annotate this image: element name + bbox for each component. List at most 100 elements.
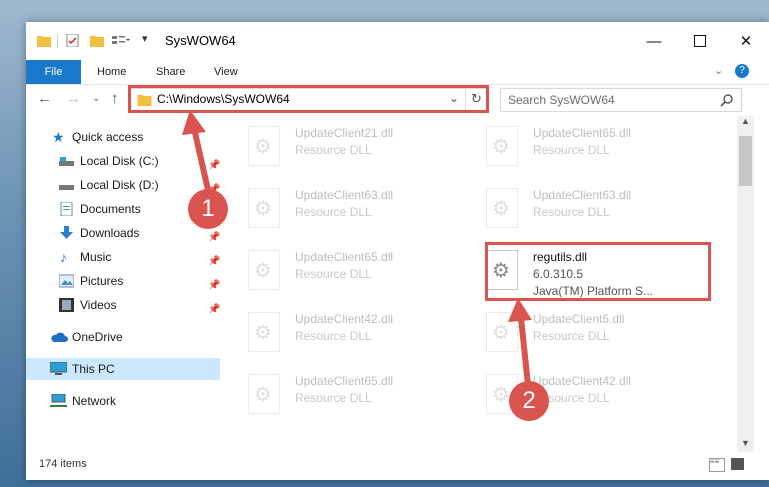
file-name: UpdateClient42.dll xyxy=(295,312,394,326)
file-name: UpdateClient42.dll xyxy=(533,374,632,388)
videos-icon xyxy=(59,298,74,312)
file-tile[interactable]: ⚙ UpdateClient63.dll Resource DLL xyxy=(476,184,706,234)
step-1-badge: 1 xyxy=(188,189,228,229)
file-tile[interactable]: ⚙ UpdateClient65.dll Resource DLL xyxy=(476,122,706,172)
sidebar-item-label: Videos xyxy=(80,298,117,312)
file-description: Resource DLL xyxy=(295,143,372,157)
navigation-pane: ★ Quick access Local Disk (C:) 📌 Local D… xyxy=(26,122,222,452)
sidebar-item-label: Pictures xyxy=(80,274,124,288)
file-highlight-box xyxy=(485,242,711,301)
sidebar-item-label: Local Disk (C:) xyxy=(80,154,159,168)
file-name: UpdateClient63.dll xyxy=(533,188,632,202)
file-description: Resource DLL xyxy=(533,143,610,157)
cloud-icon xyxy=(51,332,68,342)
file-description: Resource DLL xyxy=(295,329,372,343)
file-name: UpdateClient65.dll xyxy=(295,250,394,264)
sidebar-item-local-disk-c[interactable]: Local Disk (C:) 📌 xyxy=(26,150,220,172)
divider xyxy=(57,34,58,48)
file-description: Resource DLL xyxy=(295,267,372,281)
dll-file-icon: ⚙ xyxy=(486,188,518,228)
close-button[interactable]: ✕ xyxy=(723,22,769,60)
search-icon[interactable] xyxy=(720,93,734,107)
sidebar-item-music[interactable]: ♪ Music 📌 xyxy=(26,246,220,268)
tab-share[interactable]: Share xyxy=(156,60,185,84)
status-bar: 174 items ≡≡ xyxy=(26,452,769,480)
drive-icon xyxy=(59,157,74,166)
properties-icon[interactable] xyxy=(66,34,80,47)
chevron-down-icon: ⌄ xyxy=(92,93,101,104)
sidebar-item-onedrive[interactable]: OneDrive xyxy=(26,326,220,348)
search-input[interactable]: Search SysWOW64 xyxy=(508,93,615,107)
new-folder-icon[interactable] xyxy=(90,34,104,47)
star-icon: ★ xyxy=(52,129,65,145)
music-icon: ♪ xyxy=(60,249,67,265)
forward-arrow-icon: → xyxy=(66,90,81,107)
sidebar-item-network[interactable]: Network xyxy=(26,390,220,412)
dll-file-icon: ⚙ xyxy=(486,312,518,352)
vertical-scrollbar[interactable]: ▲ ▼ xyxy=(737,116,754,452)
file-description: Resource DLL xyxy=(295,391,372,405)
file-name: UpdateClient65.dll xyxy=(295,374,394,388)
dll-file-icon: ⚙ xyxy=(248,312,280,352)
sidebar-item-label: Documents xyxy=(80,202,141,216)
explorer-window: ▾ SysWOW64 — ✕ File Home Share View ⌄ ? … xyxy=(26,22,769,480)
file-tile[interactable]: ⚙ UpdateClient21.dll Resource DLL xyxy=(238,122,468,172)
file-tile[interactable]: ⚙ UpdateClient65.dll Resource DLL xyxy=(238,370,468,420)
file-name: UpdateClient65.dll xyxy=(533,126,632,140)
sidebar-item-label: Local Disk (D:) xyxy=(80,178,159,192)
back-arrow-icon: ← xyxy=(37,90,52,107)
back-button[interactable]: ← xyxy=(37,90,52,107)
sidebar-item-label: Music xyxy=(80,250,112,264)
scroll-up-icon[interactable]: ▲ xyxy=(741,116,750,126)
file-description: Resource DLL xyxy=(295,205,372,219)
sidebar-item-label: This PC xyxy=(72,362,115,376)
scrollbar-thumb[interactable] xyxy=(739,136,752,186)
network-icon xyxy=(50,394,67,407)
help-icon[interactable]: ? xyxy=(735,64,749,78)
tab-home[interactable]: Home xyxy=(97,60,126,84)
window-title: SysWOW64 xyxy=(165,33,236,48)
tiles-view-icon[interactable] xyxy=(731,458,744,470)
documents-icon xyxy=(60,202,73,216)
drive-icon xyxy=(59,185,74,190)
item-count: 174 items xyxy=(39,458,87,470)
file-tile[interactable]: ⚙ UpdateClient42.dll Resource DLL xyxy=(238,308,468,358)
forward-button[interactable]: → xyxy=(66,90,81,107)
pin-icon[interactable]: 📌 xyxy=(208,299,220,321)
search-box[interactable]: Search SysWOW64 xyxy=(500,88,742,112)
tab-file[interactable]: File xyxy=(26,60,81,84)
sidebar-item-label: OneDrive xyxy=(72,330,123,344)
up-arrow-icon: ↑ xyxy=(111,90,119,107)
computer-icon xyxy=(50,362,67,375)
file-name: UpdateClient63.dll xyxy=(295,188,394,202)
dll-file-icon: ⚙ xyxy=(486,126,518,166)
sidebar-item-downloads[interactable]: Downloads 📌 xyxy=(26,222,220,244)
file-name: UpdateClient21.dll xyxy=(295,126,394,140)
tab-view[interactable]: View xyxy=(214,60,238,84)
sidebar-item-quick-access[interactable]: ★ Quick access xyxy=(26,126,220,148)
expand-ribbon-icon[interactable]: ⌄ xyxy=(714,64,723,77)
file-tile[interactable]: ⚙ UpdateClient65.dll Resource DLL xyxy=(238,246,468,296)
ribbon: File Home Share View ⌄ ? xyxy=(26,60,769,85)
address-highlight-box xyxy=(128,85,489,113)
file-tile[interactable]: ⚙ UpdateClient63.dll Resource DLL xyxy=(238,184,468,234)
minimize-button[interactable]: — xyxy=(631,22,677,60)
title-bar: ▾ SysWOW64 — ✕ xyxy=(26,22,769,60)
details-view-icon[interactable]: ≡≡ xyxy=(709,458,725,472)
scroll-down-icon[interactable]: ▼ xyxy=(741,438,750,448)
dll-file-icon: ⚙ xyxy=(248,126,280,166)
sidebar-item-local-disk-d[interactable]: Local Disk (D:) 📌 xyxy=(26,174,220,196)
sidebar-item-label: Quick access xyxy=(72,130,144,144)
folder-icon xyxy=(37,36,51,47)
close-icon: ✕ xyxy=(739,33,753,50)
sidebar-item-this-pc[interactable]: This PC xyxy=(26,358,220,380)
recent-locations-button[interactable]: ⌄ xyxy=(92,93,100,104)
pictures-icon xyxy=(59,274,74,288)
sidebar-item-videos[interactable]: Videos 📌 xyxy=(26,294,220,316)
maximize-button[interactable] xyxy=(677,22,723,60)
sidebar-item-pictures[interactable]: Pictures 📌 xyxy=(26,270,220,292)
up-button[interactable]: ↑ xyxy=(111,90,119,107)
customize-icon[interactable] xyxy=(112,34,130,47)
qa-dropdown-icon[interactable]: ▾ xyxy=(142,32,148,45)
file-tile[interactable]: ⚙ UpdateClient5.dll Resource DLL xyxy=(476,308,706,358)
